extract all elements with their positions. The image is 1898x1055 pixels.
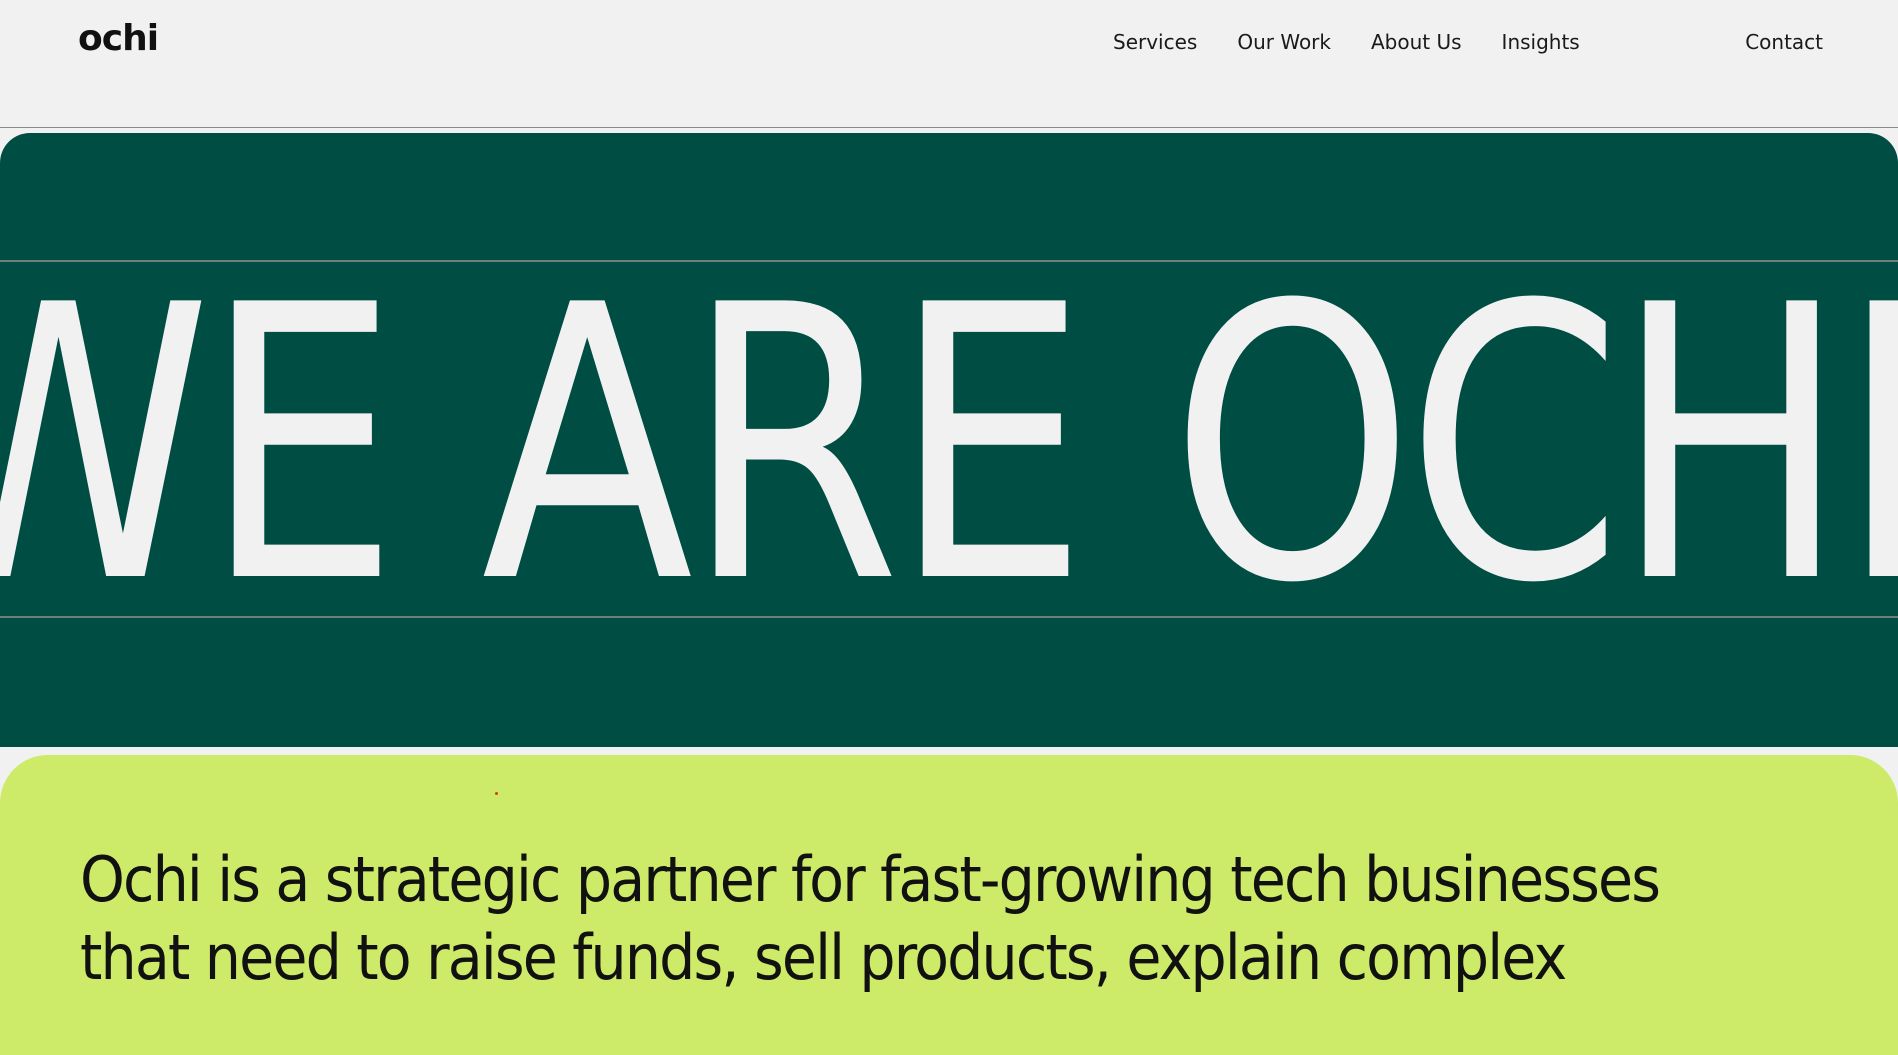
about-section: Ochi is a strategic partner for fast-gro… xyxy=(0,755,1898,1055)
nav-link-about-us[interactable]: About Us xyxy=(1371,30,1462,54)
hero-marquee-section: WE ARE OCHI xyxy=(0,133,1898,747)
marquee-bottom-divider xyxy=(0,616,1898,618)
about-statement-line-2: that need to raise funds, sell products,… xyxy=(80,921,1567,994)
navbar: ochi Services Our Work About Us Insights… xyxy=(0,0,1898,128)
ochi-logo[interactable]: ochi xyxy=(78,18,159,59)
nav-link-our-work[interactable]: Our Work xyxy=(1237,30,1331,54)
cursor-dot xyxy=(495,792,498,795)
marquee-text: WE ARE OCHI xyxy=(0,226,1898,666)
nav-link-insights[interactable]: Insights xyxy=(1502,30,1580,54)
about-statement: Ochi is a strategic partner for fast-gro… xyxy=(80,841,1736,997)
nav-link-services[interactable]: Services xyxy=(1113,30,1197,54)
about-statement-line-1: Ochi is a strategic partner for fast-gro… xyxy=(80,843,1661,916)
nav-links: Services Our Work About Us Insights xyxy=(1113,30,1580,54)
nav-link-contact[interactable]: Contact xyxy=(1745,30,1823,54)
